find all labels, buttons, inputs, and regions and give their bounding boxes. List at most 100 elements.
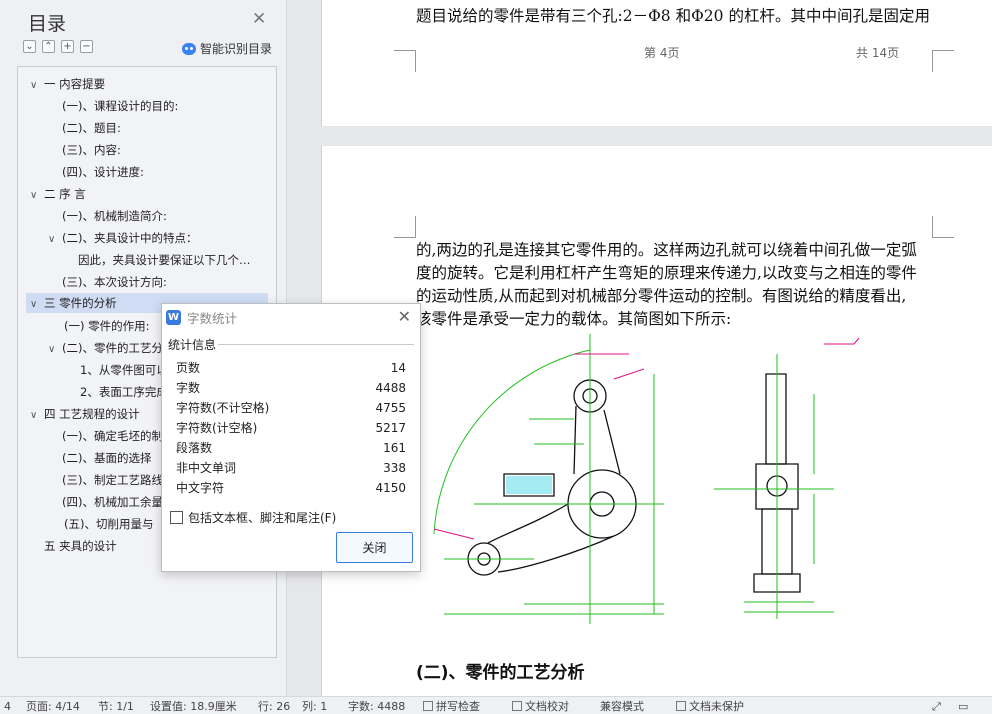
toc-item-label: 三 零件的分析 — [44, 296, 117, 310]
spell-check-label: 拼写检查 — [436, 700, 480, 713]
toc-item[interactable]: (三)、制定工艺路线 — [62, 470, 163, 490]
stat-label: 中文字符 — [176, 481, 225, 495]
stat-label: 页数 — [176, 361, 201, 375]
body-text-line: 的运动性质,从而起到对机械部分零件运动的控制。有图说给的精度看出, — [416, 287, 907, 305]
collapse-all-button[interactable]: ⌃ — [42, 40, 55, 53]
chevron-down-icon[interactable]: ∨ — [30, 406, 44, 426]
chevron-down-icon[interactable]: ∨ — [30, 186, 44, 206]
lever-part-drawing — [433, 334, 860, 624]
status-caret-icon: 4 — [4, 700, 11, 713]
chevron-down-icon[interactable]: ∨ — [30, 76, 44, 96]
stat-value: 4755 — [375, 401, 406, 415]
toc-item-label: 四 工艺规程的设计 — [44, 407, 140, 421]
spell-check-button[interactable]: 拼写检查 — [423, 699, 480, 714]
margin-corner-mark — [394, 216, 416, 238]
toc-item[interactable]: (一)、课程设计的目的: — [62, 96, 178, 116]
smart-toc-button[interactable]: 智能识别目录 — [182, 40, 272, 57]
doc-proofread-button[interactable]: 文档校对 — [512, 699, 569, 714]
status-setting-value: 设置值: 18.9厘米 — [150, 700, 237, 713]
proofread-icon — [512, 701, 522, 711]
stat-row: 字符数(计空格) 5217 — [176, 418, 406, 438]
toc-item[interactable]: (四)、机械加工余量 — [62, 492, 163, 512]
divider — [218, 344, 414, 345]
stat-label: 非中文单词 — [176, 461, 237, 475]
close-icon[interactable]: ✕ — [252, 9, 266, 29]
body-text-line: 度的旋转。它是利用杠杆产生弯矩的原理来传递力,以改变与之相连的零件 — [416, 264, 917, 282]
toc-item[interactable]: (二)、题目: — [62, 118, 121, 138]
proofread-label: 文档校对 — [525, 700, 569, 713]
toc-item[interactable]: 1、从零件图可以 — [80, 360, 168, 380]
toc-item[interactable]: 因此，夹具设计要保证以下几个… — [78, 250, 251, 270]
toc-item-label: 一 内容提要 — [44, 77, 106, 91]
chevron-down-icon[interactable]: ∨ — [48, 340, 62, 360]
toc-item-label: (二)、夹具设计中的特点： — [62, 231, 198, 245]
margin-corner-mark — [394, 50, 416, 72]
dialog-title: 字数统计 — [187, 310, 238, 326]
status-section: 节: 1/1 — [98, 700, 134, 713]
toc-item[interactable]: (三)、内容: — [62, 140, 121, 160]
toc-item[interactable]: ∨ 四 工艺规程的设计 — [30, 404, 140, 424]
status-bar: 4 页面: 4/14 节: 1/1 设置值: 18.9厘米 行: 26 列: 1… — [0, 696, 992, 714]
spell-check-icon — [423, 701, 433, 711]
toc-item-label: (二)、零件的工艺分 — [62, 341, 163, 355]
compat-mode-label: 兼容模式 — [600, 700, 644, 713]
toc-item[interactable]: (一)、确定毛坯的制 — [62, 426, 163, 446]
status-page[interactable]: 页面: 4/14 — [26, 699, 80, 714]
close-button[interactable]: 关闭 — [336, 532, 413, 563]
stat-label: 字符数(计空格) — [176, 421, 258, 435]
stat-row: 段落数 161 — [176, 438, 406, 458]
status-row: 行: 26 — [258, 700, 291, 713]
close-icon[interactable]: ✕ — [398, 307, 411, 326]
toc-item[interactable]: 五 夹具的设计 — [44, 536, 117, 556]
body-text-line: 该零件是承受一定力的载体。其简图如下所示: — [416, 310, 732, 328]
margin-corner-mark — [932, 50, 954, 72]
toc-item[interactable]: ∨ (二)、夹具设计中的特点： — [48, 228, 197, 248]
wps-writer-icon: W — [166, 309, 181, 325]
statistics-section-label: 统计信息 — [168, 338, 217, 352]
stat-row: 页数 14 — [176, 358, 406, 378]
stat-value: 338 — [383, 461, 406, 475]
remove-heading-button[interactable]: − — [80, 40, 93, 53]
toc-item[interactable]: 2、表面工序完成 — [80, 382, 168, 402]
robot-icon — [182, 42, 196, 55]
shield-icon — [676, 701, 686, 711]
toc-item[interactable]: (四)、设计进度: — [62, 162, 144, 182]
chevron-down-icon[interactable]: ∨ — [48, 230, 62, 250]
status-column: 列: 1 — [302, 700, 328, 713]
word-count-dialog: W 字数统计 ✕ 统计信息 页数 14 字数 4488 字符数(不计空格) 4755 … — [161, 303, 421, 572]
stat-value: 4488 — [375, 381, 406, 395]
body-text-line: 的,两边的孔是连接其它零件用的。这样两边孔就可以绕着中间孔做一定弧 — [416, 241, 917, 259]
dialog-titlebar[interactable]: W 字数统计 ✕ — [162, 304, 420, 330]
footer-page-number: 第 4页 — [644, 46, 680, 60]
toc-item[interactable]: (一) 零件的作用: — [64, 316, 150, 336]
toc-item[interactable]: ∨ (二)、零件的工艺分 — [48, 338, 163, 358]
toc-item[interactable]: (五)、切削用量与 — [64, 514, 153, 534]
stat-value: 14 — [390, 361, 406, 375]
view-mode-icon[interactable]: ▭ — [958, 699, 968, 714]
toc-item[interactable]: ∨ 二 序 言 — [30, 184, 86, 204]
add-heading-button[interactable]: + — [61, 40, 74, 53]
checkbox-box[interactable] — [170, 511, 183, 524]
toc-item[interactable]: (一)、机械制造简介: — [62, 206, 167, 226]
include-textboxes-checkbox[interactable]: 包括文本框、脚注和尾注(F) — [170, 509, 336, 526]
toc-item[interactable]: (二)、基面的选择 — [62, 448, 151, 468]
doc-protect-label: 文档未保护 — [689, 700, 744, 713]
stat-label: 字数 — [176, 381, 201, 395]
stat-row: 字数 4488 — [176, 378, 406, 398]
toc-item[interactable]: (三)、本次设计方向: — [62, 272, 167, 292]
expand-all-button[interactable]: ⌄ — [23, 40, 36, 53]
section-heading: (二)、零件的工艺分析 — [416, 663, 585, 683]
stat-value: 161 — [383, 441, 406, 455]
status-word-count[interactable]: 字数: 4488 — [348, 699, 405, 714]
chevron-down-icon[interactable]: ∨ — [30, 295, 44, 315]
toc-toolbar: ⌄ ⌃ + − — [23, 40, 93, 53]
margin-corner-mark — [932, 216, 954, 238]
body-text-line: 题目说给的零件是带有三个孔:2－Φ8 和Φ20 的杠杆。其中中间孔是固定用 — [416, 7, 930, 25]
page: 的,两边的孔是连接其它零件用的。这样两边孔就可以绕着中间孔做一定弧 度的旋转。它… — [321, 146, 992, 696]
stat-label: 字符数(不计空格) — [176, 401, 270, 415]
stat-value: 5217 — [375, 421, 406, 435]
fullscreen-icon[interactable]: ⤢ — [932, 699, 941, 714]
stat-row: 中文字符 4150 — [176, 478, 406, 498]
doc-protect-button[interactable]: 文档未保护 — [676, 699, 744, 714]
toc-item[interactable]: ∨ 一 内容提要 — [30, 74, 105, 94]
